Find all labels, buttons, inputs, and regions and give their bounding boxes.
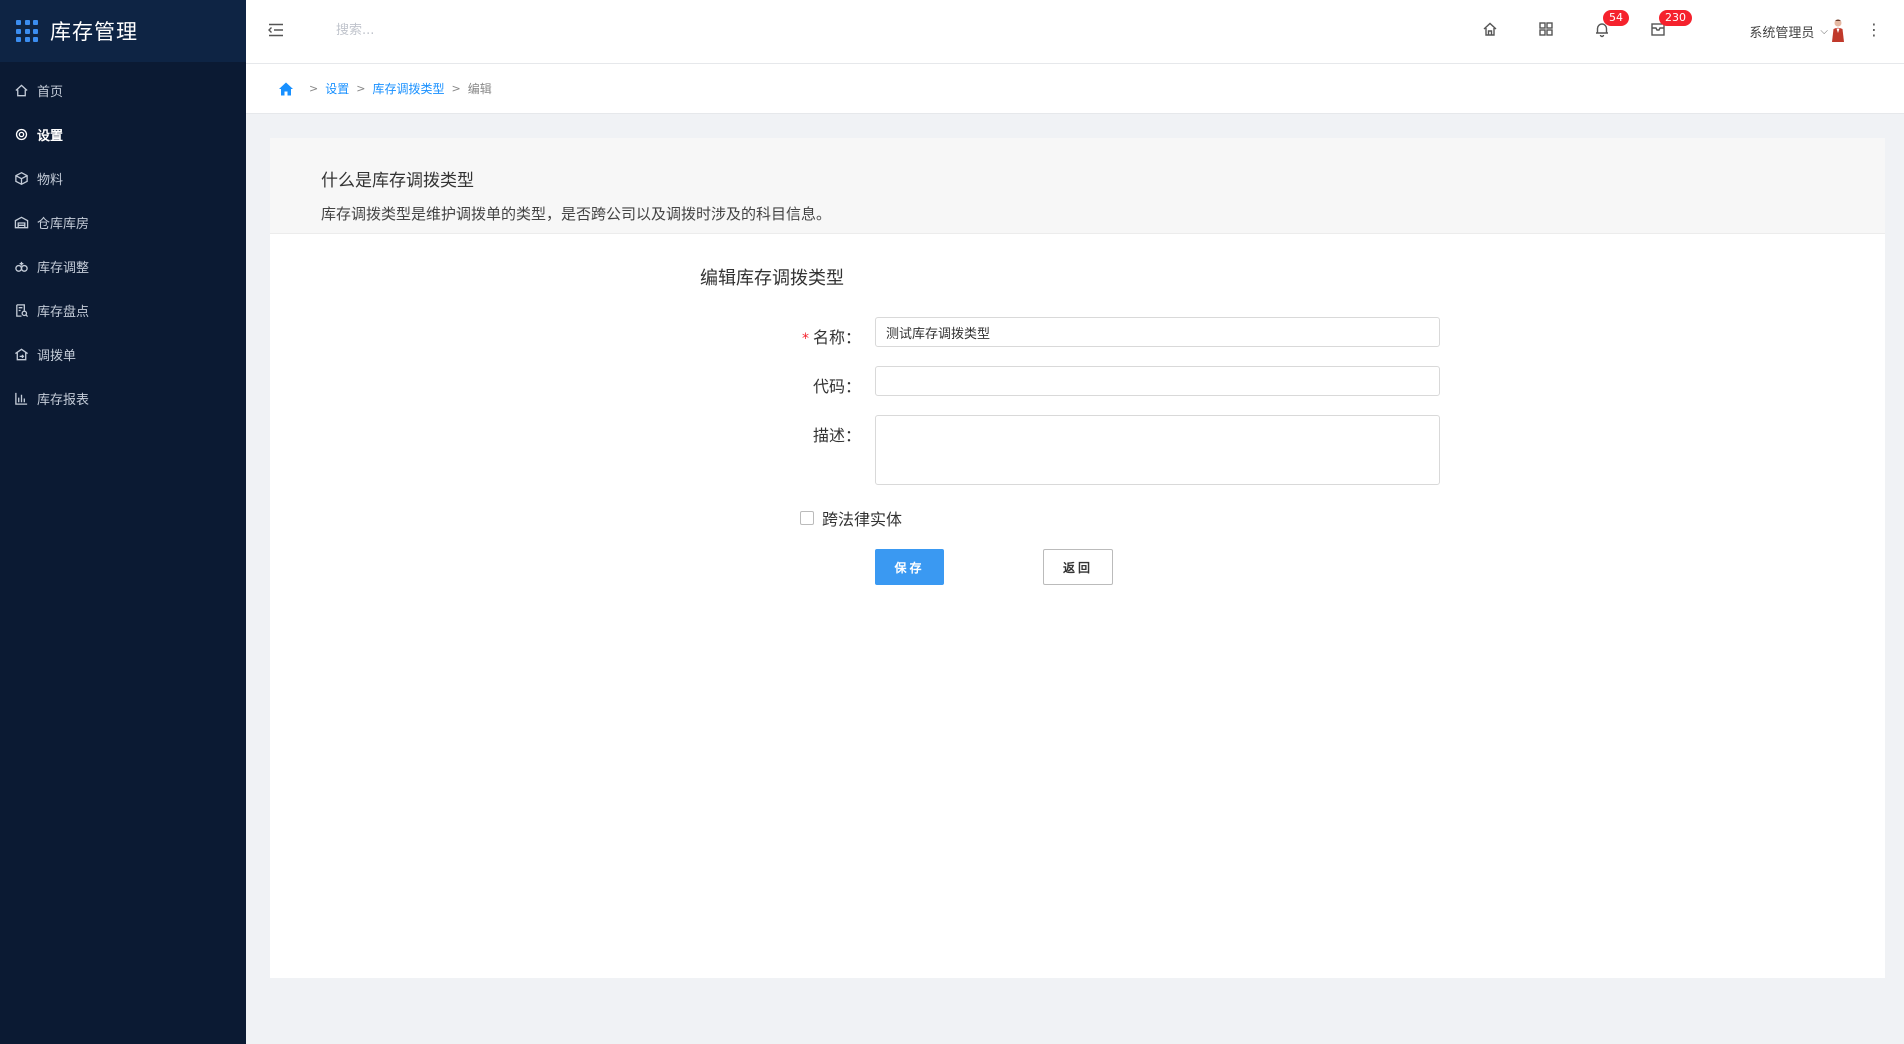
notification-bell-icon[interactable]: 54 <box>1593 10 1629 40</box>
sidebar-item-home[interactable]: 首页 <box>0 68 246 112</box>
sidebar-item-label: 物料 <box>37 172 64 188</box>
cube-icon <box>15 171 28 185</box>
code-label: 代码： <box>812 377 861 396</box>
sidebar-nav: 首页 设置 物料 仓库库房 库存调整 库存盘点 调拨单 库存报表 <box>0 62 246 420</box>
code-input[interactable] <box>875 366 1440 396</box>
breadcrumb-settings[interactable]: 设置 <box>325 80 349 97</box>
user-menu[interactable]: 系统管理员 ⌵ <box>1749 22 1828 41</box>
sidebar-item-label: 首页 <box>37 84 64 100</box>
gear-icon <box>15 128 28 140</box>
sidebar-item-materials[interactable]: 物料 <box>0 156 246 200</box>
cross-entity-option[interactable]: 跨法律实体 <box>800 506 902 530</box>
adjust-icon <box>15 261 28 272</box>
bar-chart-icon <box>15 392 28 405</box>
top-bar: 54 230 系统管理员 ⌵ ⋮ <box>246 0 1904 64</box>
cross-entity-checkbox[interactable] <box>800 511 814 525</box>
description-textarea[interactable] <box>875 415 1440 485</box>
sidebar-item-label: 库存调整 <box>37 260 90 276</box>
sidebar-item-warehouse[interactable]: 仓库库房 <box>0 200 246 244</box>
search-input[interactable] <box>334 22 558 39</box>
message-inbox-icon[interactable]: 230 <box>1649 10 1692 40</box>
sidebar-item-transfer-order[interactable]: 调拨单 <box>0 332 246 376</box>
breadcrumb-home-icon[interactable] <box>278 81 294 97</box>
transfer-icon <box>15 348 28 360</box>
inventory-check-icon <box>16 303 29 317</box>
sidebar-item-stock-report[interactable]: 库存报表 <box>0 376 246 420</box>
sidebar-item-stock-adjust[interactable]: 库存调整 <box>0 244 246 288</box>
form-title: 编辑库存调拨类型 <box>700 268 844 289</box>
more-options-icon[interactable]: ⋮ <box>1866 20 1882 40</box>
breadcrumb-current: 编辑 <box>467 82 492 96</box>
home-icon <box>15 83 28 96</box>
breadcrumb-separator: > <box>309 82 319 95</box>
sidebar-item-label: 库存报表 <box>37 392 90 408</box>
cross-entity-label: 跨法律实体 <box>822 510 903 529</box>
description-label: 描述： <box>812 426 861 445</box>
avatar[interactable] <box>1830 18 1846 44</box>
app-logo[interactable]: 库存管理 <box>0 0 246 62</box>
app-title: 库存管理 <box>50 20 138 44</box>
required-marker: * <box>801 331 809 347</box>
sidebar-item-label: 库存盘点 <box>37 304 90 320</box>
back-button[interactable]: 返回 <box>1043 549 1113 585</box>
notification-badge: 54 <box>1603 10 1629 26</box>
sidebar-item-settings[interactable]: 设置 <box>0 112 246 156</box>
breadcrumb-separator: > <box>356 82 366 95</box>
name-input[interactable] <box>875 317 1440 347</box>
message-badge: 230 <box>1659 10 1692 26</box>
intro-panel: 什么是库存调拨类型 库存调拨类型是维护调拨单的类型，是否跨公司以及调拨时涉及的科… <box>270 138 1885 234</box>
sidebar-item-label: 设置 <box>37 128 64 144</box>
menu-collapse-icon[interactable] <box>266 20 286 40</box>
intro-title: 什么是库存调拨类型 <box>321 171 474 191</box>
intro-description: 库存调拨类型是维护调拨单的类型，是否跨公司以及调拨时涉及的科目信息。 <box>321 205 832 223</box>
user-name: 系统管理员 <box>1749 26 1815 41</box>
warehouse-icon <box>14 216 29 228</box>
breadcrumb-transfer-type[interactable]: 库存调拨类型 <box>372 80 444 97</box>
sidebar-item-label: 调拨单 <box>37 348 77 364</box>
apps-grid-icon[interactable] <box>1537 20 1557 40</box>
app-grid-icon <box>16 20 38 42</box>
sidebar-item-stock-count[interactable]: 库存盘点 <box>0 288 246 332</box>
sidebar-item-label: 仓库库房 <box>37 216 90 232</box>
main-card: 什么是库存调拨类型 库存调拨类型是维护调拨单的类型，是否跨公司以及调拨时涉及的科… <box>270 138 1885 978</box>
sidebar: 库存管理 首页 设置 物料 仓库库房 库存调整 库存盘点 调拨单 库存报表 <box>0 0 246 1044</box>
name-label: * 名称： <box>801 328 861 347</box>
breadcrumb-separator: > <box>451 82 461 95</box>
breadcrumb: > 设置 > 库存调拨类型 > 编辑 <box>246 64 1904 114</box>
home-shortcut-icon[interactable] <box>1481 20 1501 40</box>
save-button[interactable]: 保存 <box>875 549 944 585</box>
chevron-down-icon: ⌵ <box>1820 26 1828 37</box>
